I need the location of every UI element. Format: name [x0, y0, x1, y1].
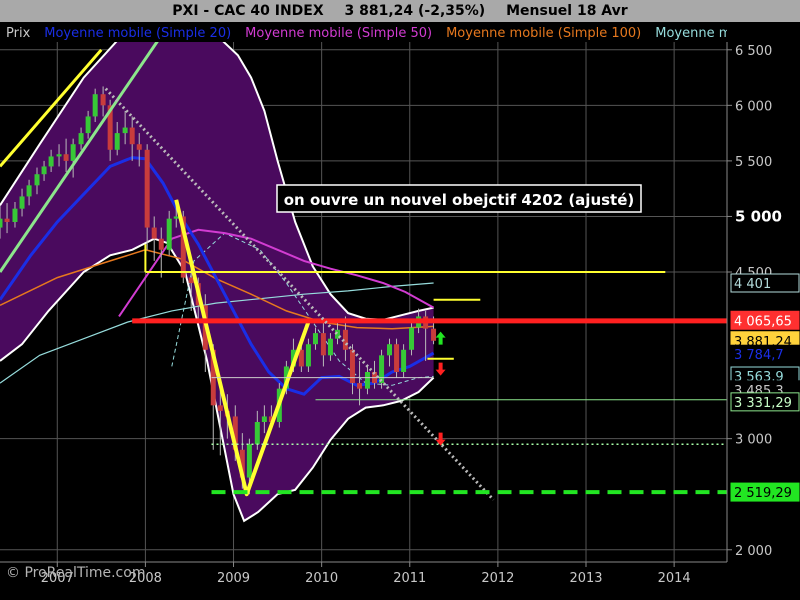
- period-label: Mensuel 18 Avr: [506, 3, 628, 19]
- candle-body: [364, 372, 370, 389]
- x-tick-label: 2011: [393, 571, 426, 586]
- candle-body: [379, 355, 385, 384]
- candle-body: [70, 144, 76, 161]
- legend-item: Moyenne mobile (Simple 50): [245, 26, 432, 41]
- candle-body: [246, 444, 252, 478]
- y-tick-label: 6 500: [735, 44, 772, 59]
- chart-title-bar: PXI - CAC 40 INDEX 3 881,24 (-2,35%) Men…: [0, 0, 800, 22]
- candle-body: [34, 174, 40, 186]
- price-tag-label: 3 331,29: [734, 396, 792, 411]
- candle-body: [26, 185, 32, 197]
- candle-body: [0, 218, 3, 228]
- x-tick-label: 2009: [217, 571, 250, 586]
- annotation-text: on ouvre un nouvel obejctif 4202 (ajusté…: [284, 191, 635, 209]
- candle-body: [327, 338, 333, 356]
- candle-body: [217, 405, 223, 411]
- candle-body: [4, 218, 10, 222]
- candle-body: [56, 154, 62, 157]
- candle-body: [85, 116, 91, 134]
- candle-body: [136, 144, 142, 150]
- y-tick-label: 6 000: [735, 99, 772, 114]
- candle-body: [401, 349, 407, 372]
- candle-body: [48, 156, 54, 167]
- candle-body: [92, 94, 98, 117]
- price-chart[interactable]: 2007 2008 2009 2010 2011 2012 2013 2014 6 5006 …: [0, 22, 800, 600]
- candle-body: [394, 344, 400, 372]
- candle-body: [158, 238, 164, 250]
- price-tag-label: 2 519,29: [734, 486, 792, 501]
- candle-body: [12, 208, 18, 222]
- y-tick-label: 2 000: [735, 544, 772, 559]
- y-tick-label: 5 000: [735, 207, 782, 225]
- y-tick-label: 3 000: [735, 433, 772, 448]
- candle-body: [63, 154, 69, 161]
- candle-body: [357, 383, 363, 389]
- candle-body: [254, 422, 260, 445]
- candle-body: [114, 133, 120, 150]
- candle-body: [261, 416, 267, 422]
- candle-body: [312, 333, 318, 345]
- price-tag-label: 4 401: [734, 277, 771, 292]
- legend-item: Prix: [6, 26, 31, 41]
- price-tag-label: 4 065,65: [734, 314, 792, 329]
- watermark: © ProRealTime.com: [6, 565, 145, 581]
- candle-body: [409, 327, 415, 350]
- legend-clip: [727, 22, 800, 42]
- candle-body: [151, 227, 157, 239]
- candle-body: [122, 127, 128, 134]
- legend-item: Moyenne mobile (Simple 100): [446, 26, 641, 41]
- candle-body: [386, 344, 392, 356]
- annotation-box: on ouvre un nouvel obejctif 4202 (ajusté…: [276, 184, 642, 213]
- x-tick-label: 2012: [481, 571, 514, 586]
- x-tick-label: 2014: [658, 571, 691, 586]
- x-tick-label: 2013: [569, 571, 602, 586]
- candle-body: [431, 328, 437, 341]
- candle-body: [41, 166, 47, 175]
- candle-body: [144, 149, 150, 228]
- last-quote: 3 881,24 (-2,35%): [344, 3, 486, 19]
- y-tick-label: 5 500: [735, 155, 772, 170]
- legend-item: Moyenne mobile (Simple 20): [44, 26, 231, 41]
- candle-body: [349, 349, 355, 384]
- candle-body: [320, 333, 326, 356]
- candle-body: [19, 196, 25, 209]
- instrument-name: PXI - CAC 40 INDEX: [172, 3, 324, 19]
- candle-body: [173, 216, 179, 219]
- candle-body: [78, 133, 84, 145]
- candle-body: [166, 218, 172, 250]
- candle-body: [100, 94, 106, 106]
- candle-body: [129, 127, 135, 145]
- x-tick-label: 2010: [305, 571, 338, 586]
- legend: Prix Moyenne mobile (Simple 20) Moyenne mo…: [0, 22, 800, 42]
- candle-body: [305, 344, 311, 367]
- price-tag-label: 3 784,7: [734, 348, 784, 363]
